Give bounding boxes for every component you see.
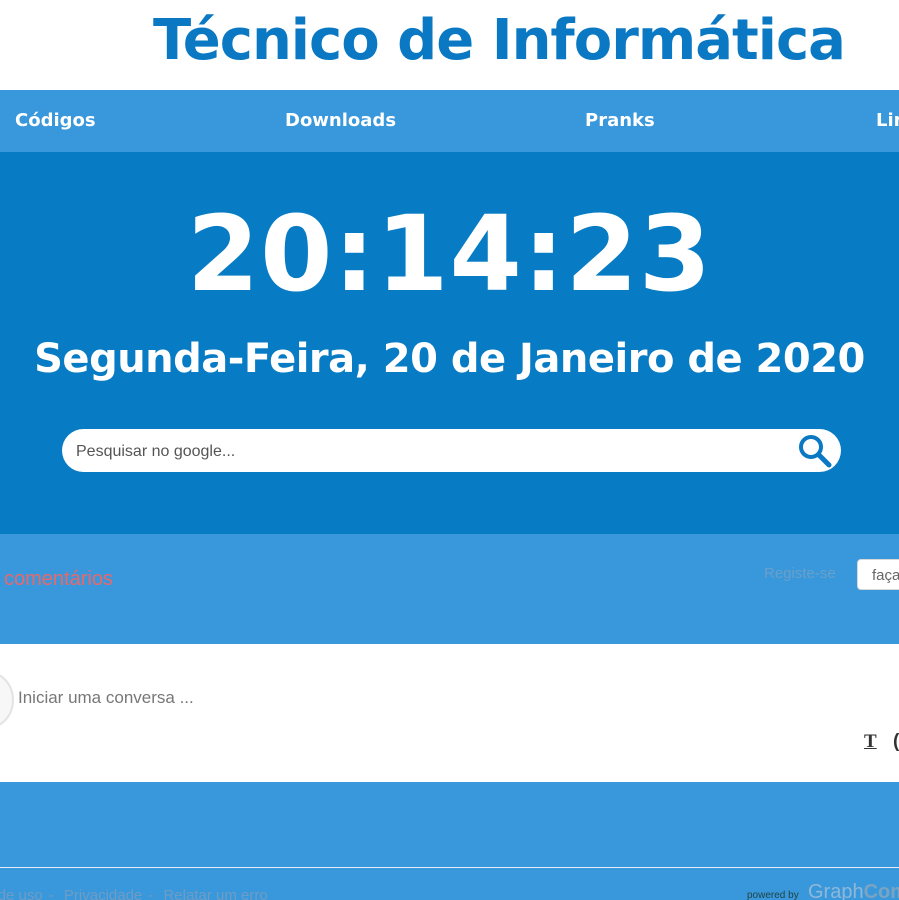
register-link[interactable]: Registe-se	[764, 565, 836, 582]
text-format-icon[interactable]: T	[864, 731, 877, 753]
comments-count: comentários	[4, 568, 113, 590]
search-icon[interactable]	[797, 433, 833, 469]
nav-item-pranks[interactable]: Pranks	[585, 110, 655, 131]
brand-light: Graph	[808, 881, 864, 900]
comments-footer: s de uso- Privacidade- Relatar um erro p…	[0, 867, 899, 900]
nav-item-downloads[interactable]: Downloads	[285, 110, 396, 131]
privacy-link[interactable]: Privacidade	[64, 887, 142, 900]
avatar	[0, 672, 14, 728]
nav-item-links[interactable]: Lin	[876, 110, 899, 131]
footer-links: s de uso- Privacidade- Relatar um erro	[0, 887, 268, 900]
hero-section: 20:14:23 Segunda-Feira, 20 de Janeiro de…	[0, 152, 899, 534]
search-input[interactable]	[74, 429, 788, 474]
brand-bold: Com	[863, 881, 899, 900]
google-search-box	[62, 429, 841, 474]
clock-display: 20:14:23	[186, 193, 713, 315]
main-nav: Códigos Downloads Pranks Lin	[0, 90, 899, 152]
login-field[interactable]: faça	[857, 559, 899, 590]
comments-body	[0, 782, 899, 867]
terms-link[interactable]: s de uso	[0, 887, 43, 900]
more-options-icon[interactable]: (	[893, 731, 899, 753]
report-error-link[interactable]: Relatar um erro	[163, 887, 267, 900]
site-title[interactable]: Técnico de Informática	[153, 8, 846, 73]
date-display: Segunda-Feira, 20 de Janeiro de 2020	[34, 336, 865, 382]
graphcomment-logo[interactable]: GraphCom	[808, 881, 899, 900]
nav-item-codigos[interactable]: Códigos	[15, 110, 96, 131]
comment-composer: Iniciar uma conversa ... T (	[0, 644, 899, 782]
site-header: Técnico de Informática	[0, 0, 899, 90]
comments-header: comentários Registe-se faça	[0, 534, 899, 644]
conversation-input[interactable]: Iniciar uma conversa ...	[18, 688, 194, 708]
